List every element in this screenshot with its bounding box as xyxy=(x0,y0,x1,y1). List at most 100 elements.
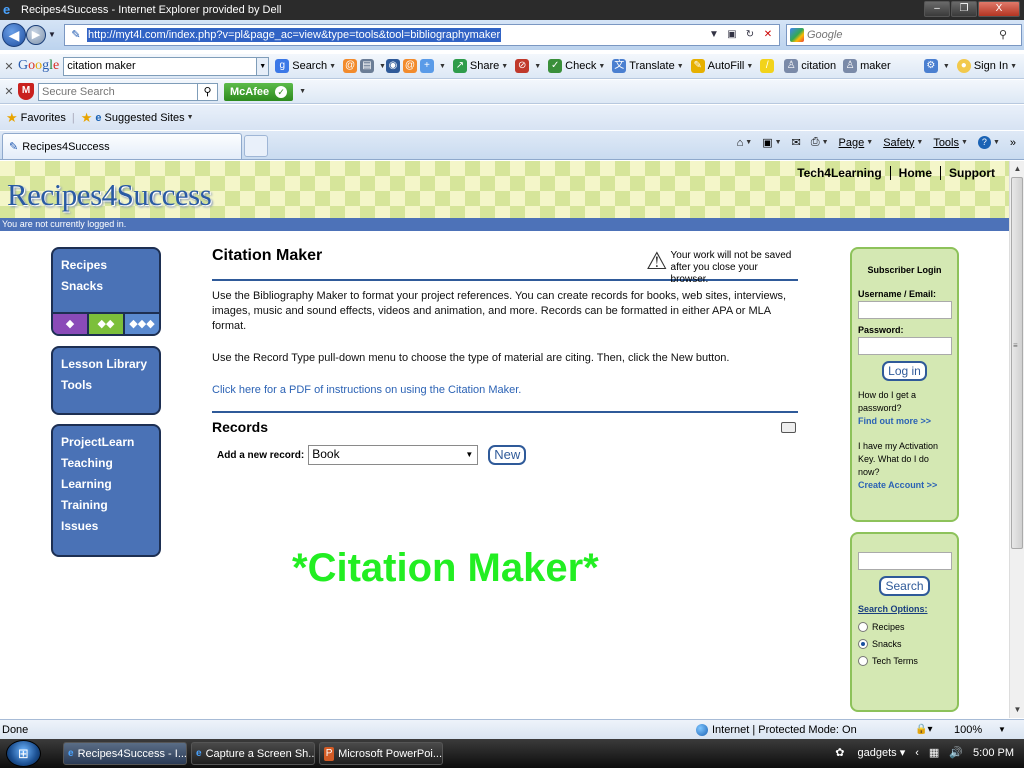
stop-icon[interactable]: ✕ xyxy=(759,27,777,43)
add-record-label: Add a new record: xyxy=(217,449,305,461)
term-maker-button[interactable]: ♙ maker xyxy=(843,59,891,73)
help-menu[interactable]: ? ▼ xyxy=(977,136,1000,149)
secure-search-input[interactable] xyxy=(38,82,198,101)
network-icon[interactable]: ▦ xyxy=(929,746,939,759)
tech4learning-link[interactable]: Tech4Learning xyxy=(789,166,889,180)
volume-icon[interactable]: 🔊 xyxy=(949,746,963,759)
pdf-instructions-link[interactable]: Click here for a PDF of instructions on … xyxy=(212,384,521,396)
blocked-popups-button[interactable]: ⊘ ▼ xyxy=(515,59,541,73)
folder-icon[interactable] xyxy=(781,421,796,433)
radio-recipes[interactable]: Recipes xyxy=(858,622,951,632)
nav-projectlearn-link[interactable]: ProjectLearn xyxy=(61,432,151,453)
google-search-button[interactable]: g Search ▼ xyxy=(275,59,336,73)
minimize-button[interactable]: – xyxy=(924,1,950,17)
new-tab-button[interactable] xyxy=(244,135,268,157)
scroll-down-icon[interactable]: ▼ xyxy=(1010,702,1024,718)
home-button[interactable]: ⌂ ▼ xyxy=(737,137,753,149)
suggested-sites-link[interactable]: Suggested Sites xyxy=(105,112,185,124)
compatibility-icon[interactable]: ▣ xyxy=(723,27,741,43)
browser-search-input[interactable] xyxy=(807,29,987,41)
triple-diamond-icon[interactable]: ◆◆◆ xyxy=(125,314,159,334)
taskbar-item-powerpoint[interactable]: P Microsoft PowerPoi... xyxy=(319,742,443,765)
favorites-star-icon[interactable]: ★ xyxy=(6,110,18,126)
translate-button[interactable]: 文 Translate ▼ xyxy=(612,59,684,73)
site-search-input[interactable] xyxy=(858,552,952,570)
home-link[interactable]: Home xyxy=(889,166,940,180)
site-search-button[interactable]: Search xyxy=(879,576,930,596)
nav-issues-link[interactable]: Issues xyxy=(61,516,151,537)
nav-snacks-link[interactable]: Snacks xyxy=(61,276,151,297)
toolbar-overflow-icon[interactable]: » xyxy=(1010,137,1016,149)
start-button[interactable]: ⊞ xyxy=(6,740,41,767)
toolbar-quick-icons[interactable]: @ ▤ ▼ ◉ @ + ▼ xyxy=(343,59,446,73)
term-citation-button[interactable]: ♙ citation xyxy=(784,59,836,73)
radio-tech-terms[interactable]: Tech Terms xyxy=(858,656,951,666)
autofill-button[interactable]: ✎ AutoFill ▼ xyxy=(690,59,753,73)
create-account-link[interactable]: Create Account >> xyxy=(858,479,951,492)
double-diamond-icon[interactable]: ◆◆ xyxy=(89,314,125,334)
url-text[interactable]: http://myt4l.com/index.php?v=pl&page_ac=… xyxy=(87,28,502,42)
sign-in-button[interactable]: ● Sign In ▼ xyxy=(956,59,1017,73)
close-toolbar-icon[interactable]: ✕ xyxy=(0,60,18,73)
safety-menu[interactable]: Safety ▼ xyxy=(883,137,923,149)
scrollbar-thumb[interactable] xyxy=(1011,177,1023,549)
tab-recipes4success[interactable]: ✎ Recipes4Success xyxy=(2,133,242,159)
spell-check-button[interactable]: ✓ Check ▼ xyxy=(548,59,605,73)
maximize-button[interactable]: ❐ xyxy=(951,1,977,17)
scroll-up-icon[interactable]: ▲ xyxy=(1010,161,1024,177)
highlighter-button[interactable]: / xyxy=(760,59,777,73)
radio-snacks[interactable]: Snacks xyxy=(858,639,951,649)
refresh-icon[interactable]: ↻ xyxy=(741,27,759,43)
nav-tools-link[interactable]: Tools xyxy=(61,375,151,396)
read-mail-button[interactable]: ✉ xyxy=(792,136,801,149)
page-menu[interactable]: Page ▼ xyxy=(839,137,874,149)
history-dropdown-icon[interactable]: ▼ xyxy=(48,30,56,39)
nav-teaching-link[interactable]: Teaching xyxy=(61,453,151,474)
new-record-button[interactable]: New xyxy=(488,445,527,465)
toolbar-settings-button[interactable]: ⚙ ▼ xyxy=(923,59,950,73)
taskbar-item-ie[interactable]: e Recipes4Success - I... xyxy=(63,742,187,765)
username-field[interactable] xyxy=(858,301,952,319)
diamond-icon[interactable]: ◆ xyxy=(53,314,89,334)
protected-mode-icon[interactable]: 🔒▾ xyxy=(915,724,932,735)
nav-recipes-link[interactable]: Recipes xyxy=(61,255,151,276)
login-button[interactable]: Log in xyxy=(882,361,927,381)
nav-training-link[interactable]: Training xyxy=(61,495,151,516)
taskbar-item-capture[interactable]: e Capture a Screen Sh... xyxy=(191,742,315,765)
google-toolbar-dropdown[interactable]: ▼ xyxy=(257,56,270,76)
record-type-select[interactable]: Book ▼ xyxy=(308,445,479,465)
find-out-more-link[interactable]: Find out more >> xyxy=(858,415,951,428)
feeds-button[interactable]: ▣ ▼ xyxy=(762,136,781,149)
address-bar[interactable]: ✎ http://myt4l.com/index.php?v=pl&page_a… xyxy=(64,24,780,46)
google-toolbar-search-input[interactable] xyxy=(63,56,258,76)
mcafee-siteadvisor-button[interactable]: McAfee ✓ xyxy=(224,82,294,101)
nav-lesson-library-link[interactable]: Lesson Library xyxy=(61,354,151,375)
search-icon[interactable]: ⚲ xyxy=(999,28,1007,41)
support-link[interactable]: Support xyxy=(940,166,1003,180)
mcafee-dropdown-icon[interactable]: ▼ xyxy=(299,88,306,95)
close-mcafee-icon[interactable]: ✕ xyxy=(0,85,18,98)
browser-search-box[interactable]: ⚲ xyxy=(786,24,1022,46)
tools-menu[interactable]: Tools ▼ xyxy=(933,137,968,149)
page-scrollbar[interactable]: ▲ ≡ ▼ xyxy=(1009,161,1024,718)
zoom-dropdown-icon[interactable]: ▼ xyxy=(998,725,1006,734)
gadgets-toolbar[interactable]: ✿ gadgets ▾ xyxy=(825,746,905,759)
site-logo[interactable]: Recipes4Success xyxy=(7,177,212,213)
zoom-level[interactable]: 100% xyxy=(954,724,982,736)
favorites-button[interactable]: Favorites xyxy=(21,112,66,124)
print-button[interactable]: ⎙ ▼ xyxy=(811,136,829,149)
clock[interactable]: 5:00 PM xyxy=(973,747,1014,759)
suggested-sites-dropdown-icon[interactable]: ▼ xyxy=(187,114,194,121)
share-button[interactable]: ↗ Share ▼ xyxy=(452,59,508,73)
back-button[interactable]: ◀ xyxy=(2,23,26,47)
address-dropdown-icon[interactable]: ▼ xyxy=(705,27,723,43)
powerpoint-icon: P xyxy=(324,746,335,761)
password-field[interactable] xyxy=(858,337,952,355)
tray-expand-icon[interactable]: ‹ xyxy=(915,747,919,759)
security-zone[interactable]: Internet | Protected Mode: On xyxy=(696,723,857,736)
close-button[interactable]: X xyxy=(978,1,1020,17)
add-favorite-icon[interactable]: ★ xyxy=(81,110,93,126)
forward-button[interactable]: ▶ xyxy=(26,25,46,45)
search-icon[interactable]: ⚲ xyxy=(198,82,218,101)
nav-learning-link[interactable]: Learning xyxy=(61,474,151,495)
